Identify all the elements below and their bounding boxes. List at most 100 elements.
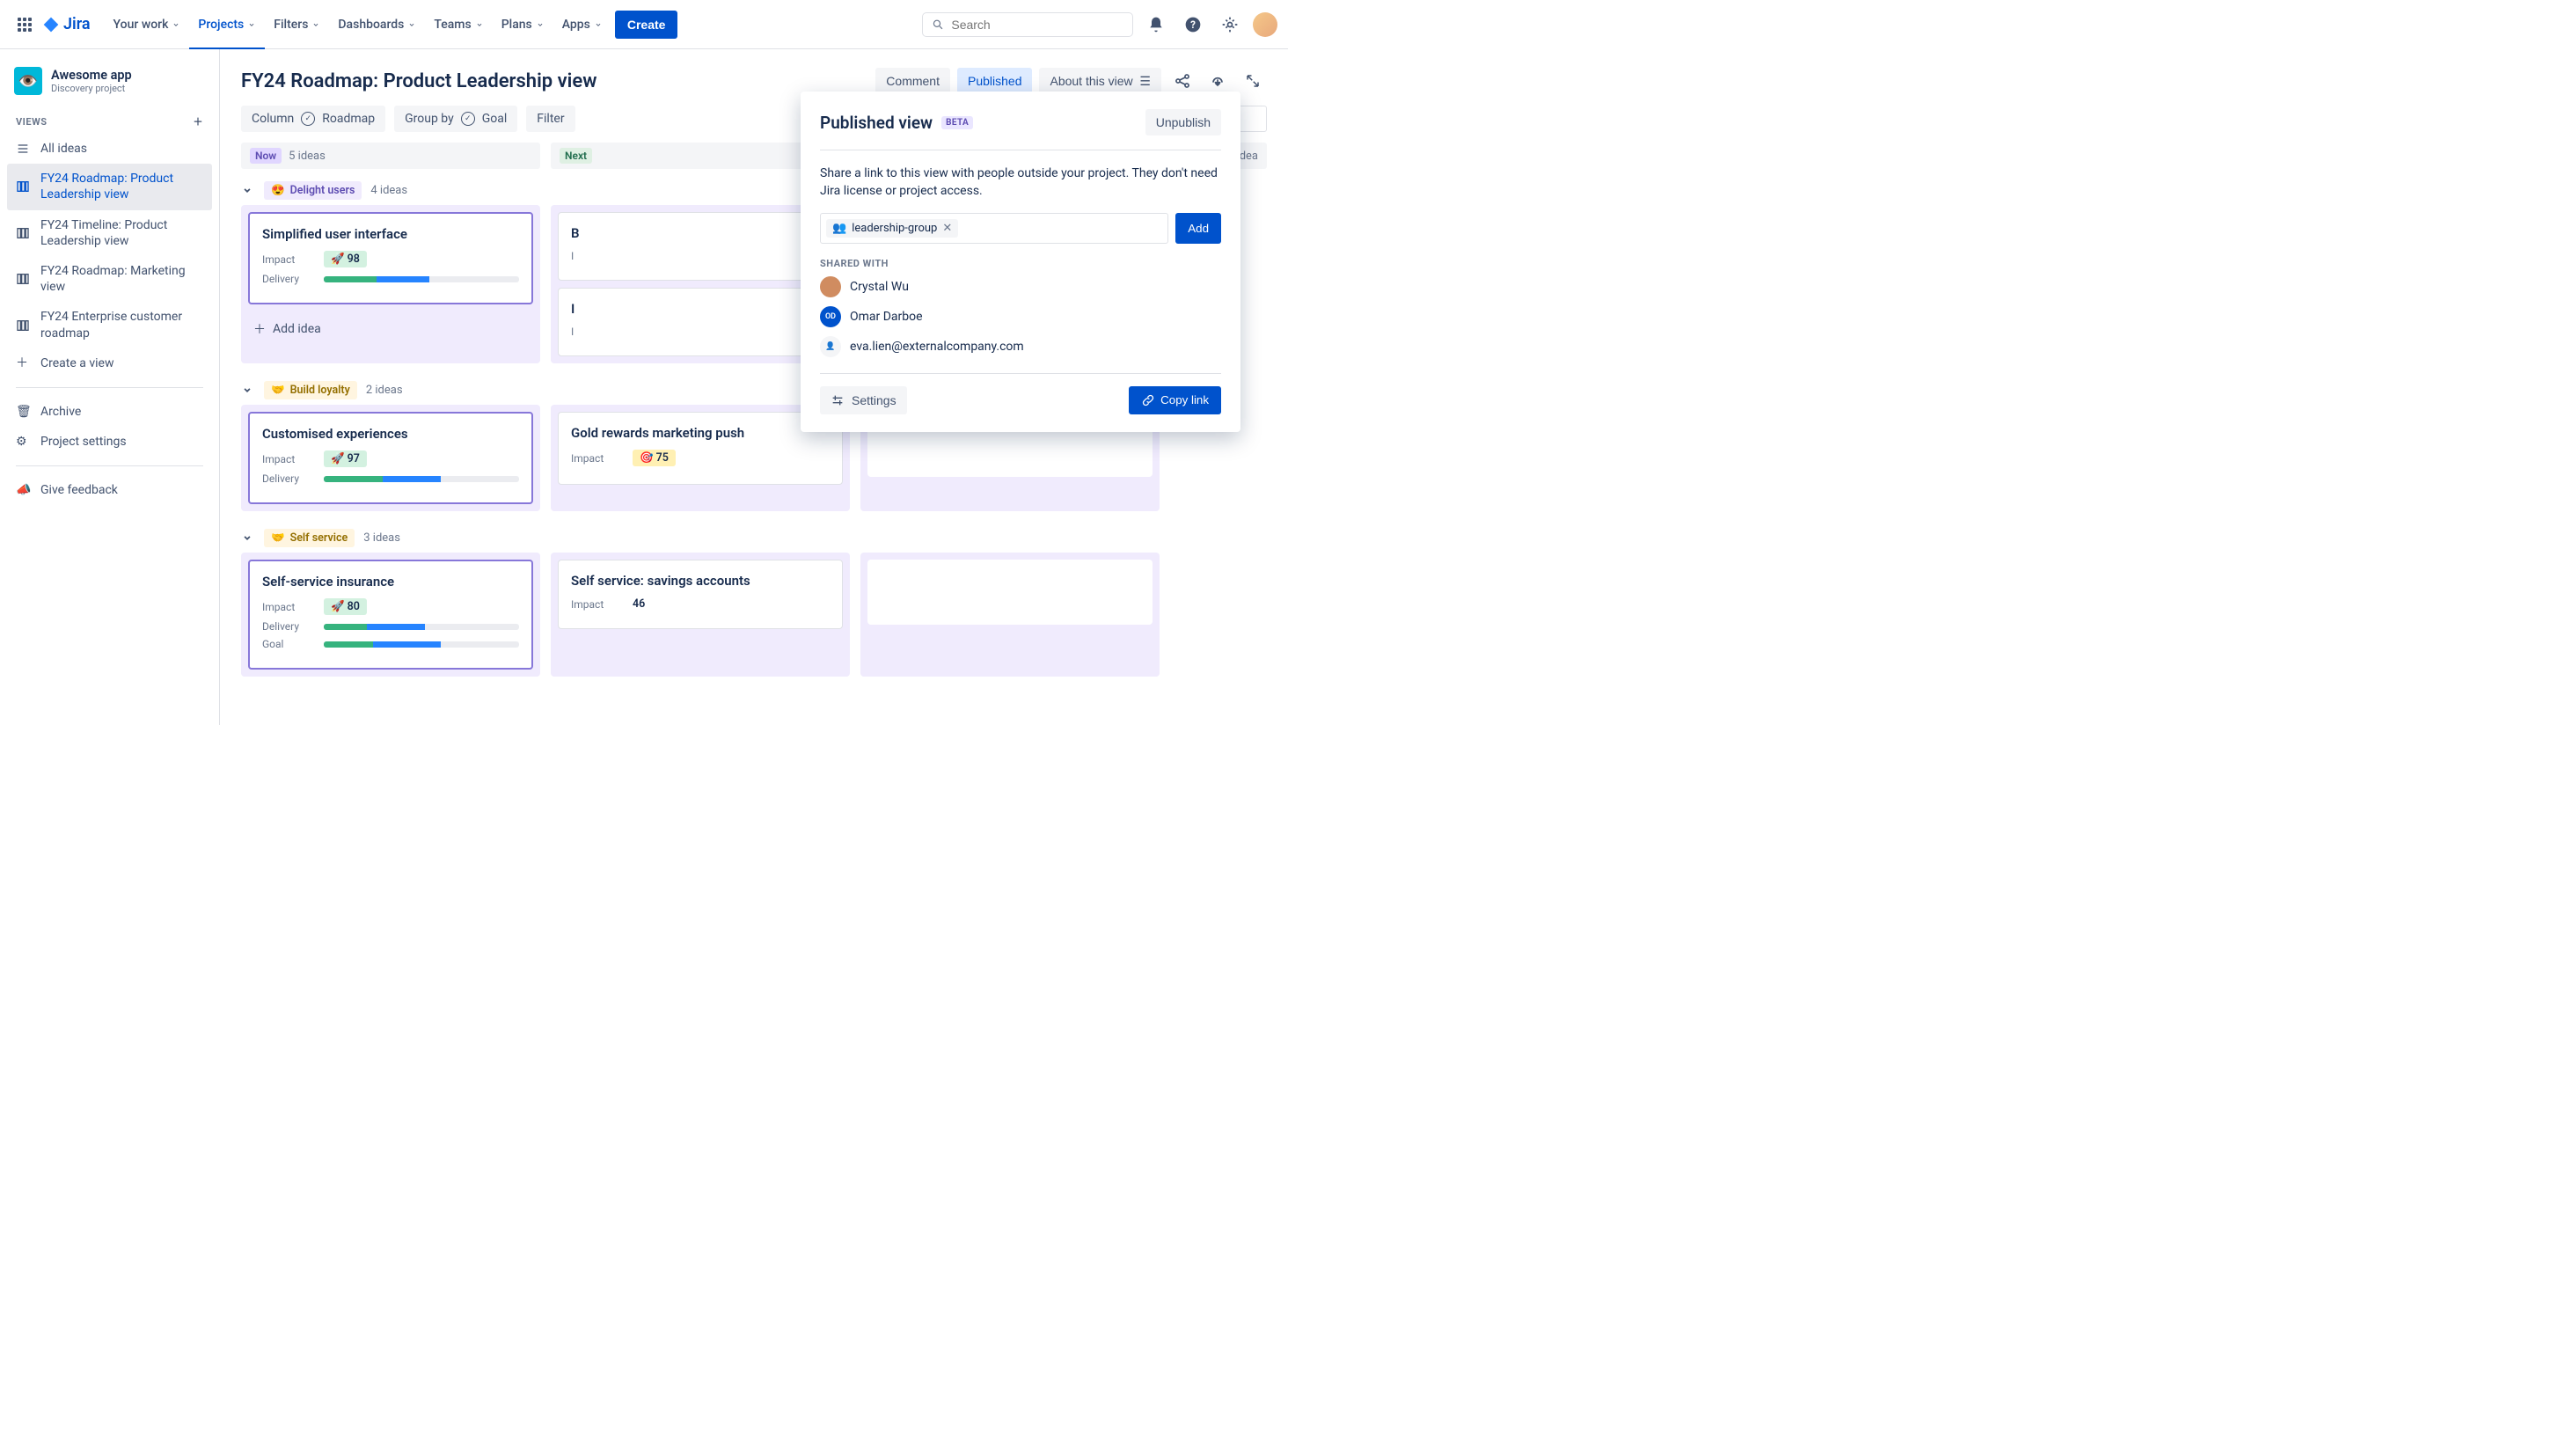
create-button[interactable]: Create <box>615 11 678 39</box>
views-heading: VIEWS <box>16 116 48 128</box>
nav-filters[interactable]: Filters <box>265 12 329 37</box>
goal-label: Goal <box>262 638 313 650</box>
chevron-down-icon <box>475 20 484 29</box>
popover-settings-button[interactable]: Settings <box>820 386 907 414</box>
person-name: Omar Darboe <box>850 310 923 324</box>
view-label: All ideas <box>40 141 87 157</box>
delivery-label: Delivery <box>262 273 313 285</box>
impact-badge: 🎯 75 <box>633 450 676 466</box>
chevron-down-icon <box>536 20 545 29</box>
notifications-icon[interactable] <box>1142 11 1170 39</box>
project-subtitle: Discovery project <box>51 83 132 94</box>
board-icon <box>16 272 32 286</box>
group-icon: 👥 <box>832 222 846 235</box>
view-item[interactable]: All ideas <box>7 134 212 164</box>
delivery-label: Delivery <box>262 472 313 485</box>
filter-button[interactable]: Filter <box>526 106 574 132</box>
about-view-button[interactable]: About this view ☰ <box>1039 68 1161 95</box>
settings-icon[interactable] <box>1216 11 1244 39</box>
published-view-popover: Published view BETA Unpublish Share a li… <box>801 92 1240 432</box>
add-button[interactable]: Add <box>1175 213 1221 244</box>
add-view-icon[interactable]: ＋ <box>194 114 204 128</box>
person-avatar: 👤 <box>820 336 841 357</box>
board-icon <box>16 179 32 194</box>
remove-chip-icon[interactable]: ✕ <box>942 222 952 235</box>
group-label[interactable]: 🤝 Build loyalty <box>264 381 357 399</box>
expand-icon[interactable] <box>1239 67 1267 95</box>
group-chip: 👥 leadership-group ✕ <box>826 219 958 238</box>
copy-link-button[interactable]: Copy link <box>1129 386 1221 414</box>
view-item[interactable]: FY24 Roadmap: Marketing view <box>7 256 212 302</box>
check-circle-icon: ✓ <box>301 112 315 126</box>
column-header-now: Now 5 ideas <box>241 143 540 169</box>
impact-label: Impact <box>262 253 313 266</box>
group-filter[interactable]: Group by ✓ Goal <box>394 106 517 132</box>
share-input-box[interactable]: 👥 leadership-group ✕ <box>820 213 1168 244</box>
help-icon[interactable]: ? <box>1179 11 1207 39</box>
nav-projects[interactable]: Projects <box>189 12 265 37</box>
project-name: Awesome app <box>51 68 132 83</box>
collapse-icon[interactable] <box>241 384 255 398</box>
emoji-icon: 🤝 <box>271 531 285 545</box>
popover-title: Published view <box>820 113 933 133</box>
nav-teams[interactable]: Teams <box>425 12 492 37</box>
view-item[interactable]: FY24 Roadmap: Product Leadership view <box>7 164 212 209</box>
app-switcher[interactable] <box>11 11 39 39</box>
project-header[interactable]: 👁️ Awesome app Discovery project <box>7 63 212 109</box>
group-count: 3 ideas <box>363 531 400 545</box>
person-name: eva.lien@externalcompany.com <box>850 340 1024 354</box>
add-idea[interactable]: ＋ Add idea <box>248 311 533 341</box>
jira-logo[interactable]: Jira <box>42 15 91 33</box>
card-title: Self-service insurance <box>262 574 519 590</box>
comment-button[interactable]: Comment <box>875 68 950 94</box>
delivery-bar <box>324 276 519 282</box>
create-view[interactable]: ＋Create a view <box>7 348 212 378</box>
idea-card[interactable]: Self-service insuranceImpact🚀 80Delivery… <box>248 560 533 670</box>
delivery-bar <box>324 624 519 630</box>
published-button[interactable]: Published <box>957 68 1033 94</box>
view-label: FY24 Timeline: Product Leadership view <box>40 217 203 249</box>
column-filter[interactable]: Column ✓ Roadmap <box>241 106 385 132</box>
view-item[interactable]: FY24 Enterprise customer roadmap <box>7 302 212 348</box>
search-input[interactable] <box>951 18 1123 32</box>
impact-badge: 🚀 98 <box>324 251 367 267</box>
emoji-icon: 😍 <box>271 184 285 197</box>
check-circle-icon: ✓ <box>461 112 475 126</box>
group-label[interactable]: 😍 Delight users <box>264 181 362 200</box>
idea-card[interactable]: Customised experiencesImpact🚀 97Delivery <box>248 412 533 504</box>
chevron-down-icon <box>407 20 416 29</box>
nav-apps[interactable]: Apps <box>553 12 611 37</box>
group-label[interactable]: 🤝 Self service <box>264 529 355 547</box>
person-avatar <box>820 276 841 297</box>
placeholder-card <box>867 560 1153 625</box>
delivery-bar <box>324 476 519 482</box>
shared-person: 👤 eva.lien@externalcompany.com <box>820 336 1221 357</box>
give-feedback[interactable]: 📣Give feedback <box>7 475 212 505</box>
user-avatar[interactable] <box>1253 12 1277 37</box>
view-label: FY24 Roadmap: Marketing view <box>40 263 203 295</box>
idea-card[interactable]: Self service: savings accountsImpact46 <box>558 560 843 629</box>
archive[interactable]: 🗑Archive <box>7 397 212 427</box>
collapse-icon[interactable] <box>241 184 255 198</box>
popover-description: Share a link to this view with people ou… <box>820 150 1221 201</box>
sidebar: 👁️ Awesome app Discovery project VIEWS ＋… <box>0 49 220 725</box>
nav-dashboards[interactable]: Dashboards <box>329 12 425 37</box>
project-settings[interactable]: ⚙Project settings <box>7 427 212 457</box>
global-search[interactable] <box>922 12 1133 37</box>
svg-text:?: ? <box>1190 18 1196 31</box>
card-title: Simplified user interface <box>262 226 519 242</box>
idea-card[interactable]: Simplified user interface Impact 🚀 98 Deliv… <box>248 212 533 304</box>
impact-badge: 🚀 97 <box>324 450 367 467</box>
view-item[interactable]: FY24 Timeline: Product Leadership view <box>7 210 212 256</box>
collapse-icon[interactable] <box>241 531 255 546</box>
view-label: FY24 Enterprise customer roadmap <box>40 309 203 341</box>
top-nav: Jira Your work Projects Filters Dashboar… <box>0 0 1288 49</box>
impact-label: Impact <box>571 598 622 611</box>
trash-icon: 🗑 <box>16 404 32 420</box>
gear-icon: ⚙ <box>16 434 32 450</box>
unpublish-button[interactable]: Unpublish <box>1145 109 1221 135</box>
nav-your-work[interactable]: Your work <box>105 12 190 37</box>
nav-plans[interactable]: Plans <box>493 12 553 37</box>
megaphone-icon: 📣 <box>16 482 32 498</box>
view-label: FY24 Roadmap: Product Leadership view <box>40 171 203 202</box>
